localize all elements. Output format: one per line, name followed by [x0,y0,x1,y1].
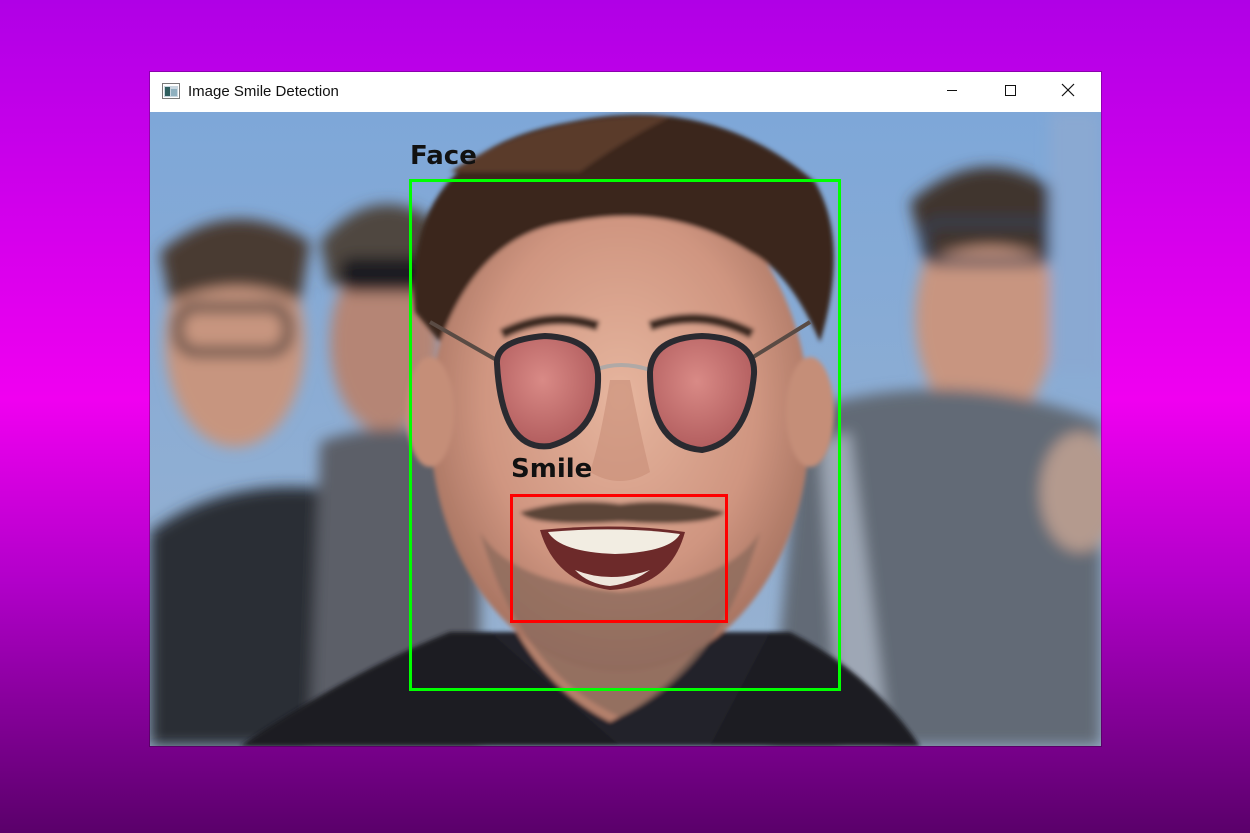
close-button[interactable] [1039,72,1097,112]
app-window: Image Smile Detection Face Smile [150,72,1101,746]
maximize-icon [1004,83,1016,101]
face-detection-label: Face [410,141,477,171]
minimize-icon [946,83,958,101]
image-window-icon [162,83,180,99]
smile-detection-label: Smile [511,454,593,484]
minimize-button[interactable] [923,72,981,112]
maximize-button[interactable] [981,72,1039,112]
image-viewport: Face Smile [150,112,1101,746]
smile-detection-box [510,494,728,623]
close-icon [1061,83,1075,102]
title-bar[interactable]: Image Smile Detection [150,72,1101,112]
window-title: Image Smile Detection [188,83,339,100]
